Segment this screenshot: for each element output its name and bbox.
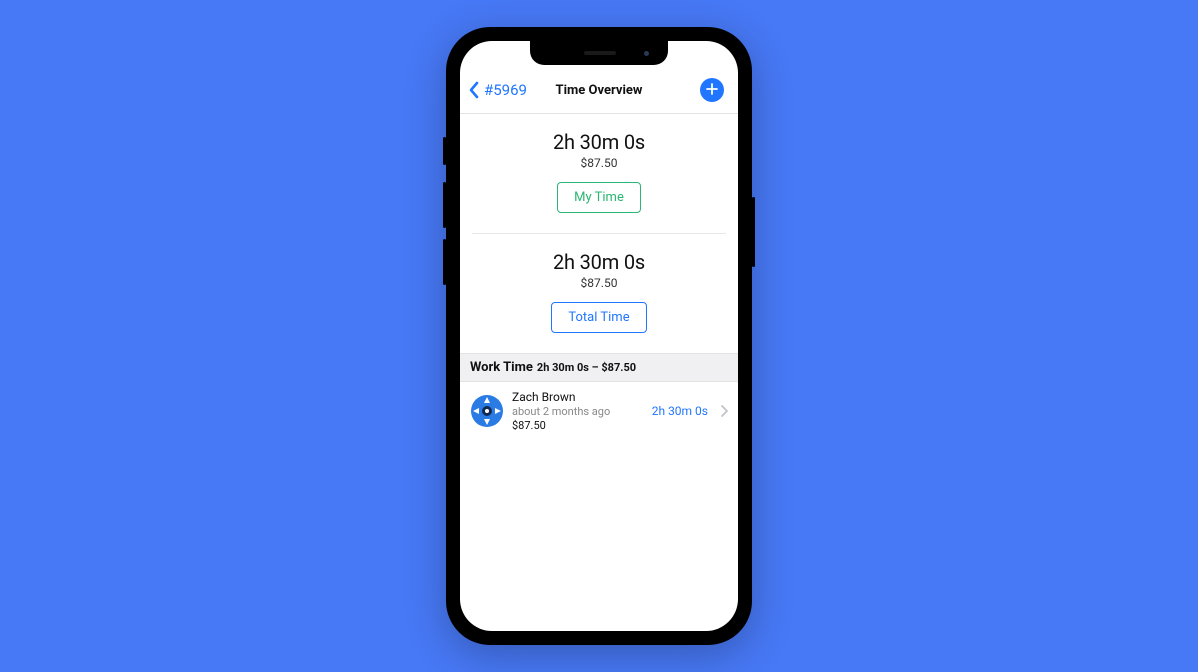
device-side-button (443, 182, 446, 228)
back-button[interactable]: #5969 (466, 79, 527, 101)
page-title: Time Overview (556, 83, 643, 98)
plus-icon (705, 81, 719, 100)
my-time-button[interactable]: My Time (557, 182, 641, 213)
device-side-button (752, 197, 755, 267)
my-time-section: 2h 30m 0s $87.50 My Time (460, 114, 738, 233)
chevron-right-icon (720, 402, 728, 421)
total-time-section: 2h 30m 0s $87.50 Total Time (460, 234, 738, 353)
entry-timestamp: about 2 months ago (512, 405, 644, 419)
my-time-amount: $87.50 (581, 156, 618, 170)
total-time-amount: $87.50 (581, 276, 618, 290)
total-time-button[interactable]: Total Time (551, 302, 646, 333)
screen: #5969 Time Overview 2h 30m 0s $87.50 My … (460, 41, 738, 631)
entry-name: Zach Brown (512, 390, 644, 405)
add-button[interactable] (700, 78, 724, 102)
avatar (470, 394, 504, 428)
entry-meta: Zach Brown about 2 months ago $87.50 (512, 390, 644, 433)
device-frame: #5969 Time Overview 2h 30m 0s $87.50 My … (446, 27, 752, 645)
device-side-button (443, 239, 446, 285)
total-time-duration: 2h 30m 0s (553, 250, 645, 274)
entry-amount: $87.50 (512, 419, 644, 433)
chevron-left-icon (466, 79, 482, 101)
work-time-detail: 2h 30m 0s – $87.50 (537, 361, 636, 374)
work-time-section-header: Work Time 2h 30m 0s – $87.50 (460, 353, 738, 382)
my-time-duration: 2h 30m 0s (553, 130, 645, 154)
device-side-button (443, 137, 446, 165)
device-notch (530, 41, 668, 65)
time-entry-row[interactable]: Zach Brown about 2 months ago $87.50 2h … (460, 382, 738, 441)
entry-duration: 2h 30m 0s (652, 404, 708, 418)
work-time-label: Work Time (470, 360, 533, 375)
back-label: #5969 (484, 81, 527, 99)
